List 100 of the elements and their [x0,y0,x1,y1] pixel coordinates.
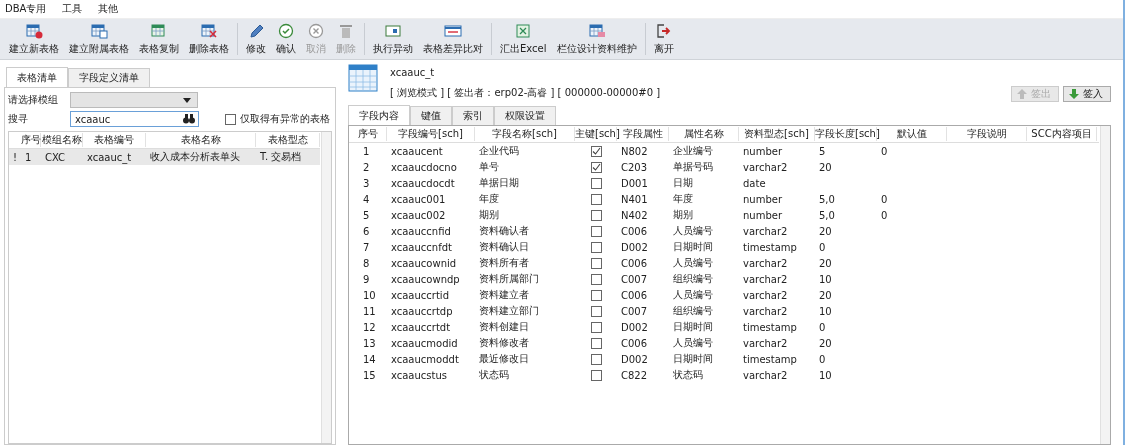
field-label: 搜寻 [8,112,29,126]
checkbox[interactable] [590,193,602,205]
toolbar-button[interactable]: 栏位设计资料维护 [551,20,642,58]
checkbox[interactable] [590,273,602,285]
table-cell-text: number [742,193,784,205]
toolbar-button[interactable]: 离开 [648,20,679,58]
table-cell-text: 单号 [478,160,500,174]
table-cell-text: 14 [362,353,377,365]
table-cell-text: 1 [24,151,33,163]
table-cell-text: D002 [620,241,649,253]
table-cell-text: 年度 [478,192,500,206]
table-cell-text: 日期时间 [672,352,714,366]
column-header[interactable]: 属性名称 [669,127,739,141]
table-cell-text: 资料建立者 [478,288,530,302]
table-cell-text: D002 [620,353,649,365]
table-cell-text: date [742,177,767,189]
toolbar-button[interactable]: 修改 [241,20,271,58]
toolbar-button[interactable]: 建立附属表格 [64,20,134,58]
table-cell-text: 0 [818,241,827,253]
table-cell-text: 13 [362,337,377,349]
checkbox[interactable] [590,337,602,349]
table-cell-text: 20 [818,161,833,173]
table-cell-text: 20 [818,257,833,269]
table-cell-text: C007 [620,273,649,285]
table-add-icon [25,22,43,39]
table-cell-text: xcaauc_t [86,151,133,163]
tab[interactable]: 字段定义清单 [68,68,150,87]
table-cell-text: 7 [362,241,371,253]
excel-icon [514,22,533,39]
action-button[interactable]: 签入 [1063,86,1111,102]
column-header[interactable]: 序号 [21,133,41,147]
column-header[interactable]: 资料型态[sch] [739,127,815,141]
column-header[interactable]: 表格名称 [146,133,256,147]
toolbar-button[interactable]: 表格差异比对 [418,20,488,58]
table-cell-text: 0 [880,209,889,221]
table-cell-text: 11 [362,305,377,317]
table-cell-text: 0 [818,353,827,365]
checkbox[interactable] [590,353,602,365]
tab[interactable]: 表格清单 [6,67,68,87]
table-cell-text: xcaaucownid [390,257,458,269]
table-cell-text: 期别 [672,208,694,222]
table-cell-text: xcaaucmodid [390,337,459,349]
column-header[interactable]: 字段名称[sch] [475,127,575,141]
table-cell-text: 3 [362,177,371,189]
toolbar-button[interactable]: 建立新表格 [4,20,64,58]
table-cell-text: number [742,209,784,221]
table-cell-text: 企业编号 [672,144,714,158]
column-header[interactable]: 表格编号 [83,133,146,147]
menu-item[interactable]: 其他 [98,2,119,16]
checkbox[interactable] [590,369,602,381]
checkbox[interactable] [590,257,602,269]
column-header[interactable]: 表格型态 [256,133,320,147]
checkbox[interactable] [590,177,602,189]
checkbox[interactable] [590,289,602,301]
menu-item[interactable]: 工具 [62,2,83,16]
scrollbar[interactable] [1100,126,1110,444]
column-header[interactable]: 字段说明 [947,127,1027,141]
table-icon [348,64,378,92]
field-label: 请选择模组 [8,93,59,107]
table-cell-text: varchar2 [742,337,789,349]
tab[interactable]: 索引 [452,106,494,125]
checkbox[interactable] [590,161,602,173]
toolbar-button[interactable]: 确认 [271,20,301,58]
checkbox[interactable] [590,241,602,253]
toolbar-button[interactable]: 删除表格 [184,20,234,58]
column-header[interactable]: 主键[sch] [575,127,617,141]
toolbar-button[interactable]: 执行异动 [368,20,418,58]
trash-icon [337,22,355,39]
table-cell-text: 15 [362,369,377,381]
checkbox[interactable] [590,305,602,317]
checkbox[interactable] [590,209,602,221]
column-header[interactable]: 序号 [349,127,387,141]
table-row[interactable]: ! 1 CXC xcaauc_t 收入成本分析表单头 T. 交易档 [9,149,320,165]
compare-icon [444,22,462,39]
table-cell-text: 0 [880,193,889,205]
menu-item[interactable]: DBA专用 [5,2,47,16]
table-cell-text: C822 [620,369,649,381]
checkbox[interactable] [590,225,602,237]
column-header[interactable]: 字段编号[sch] [387,127,475,141]
table-cell-text: 资料建立部门 [478,304,540,318]
toolbar-button[interactable]: 汇出Excel [495,20,552,58]
scrollbar[interactable] [321,132,331,443]
table-cell-text: C006 [620,337,649,349]
search-field[interactable]: xcaauc [70,111,199,127]
column-header[interactable]: 模组名称 [41,133,83,147]
checkbox-label: 仅取得有异常的表格 [240,112,330,126]
checkbox[interactable] [225,113,236,125]
tab[interactable]: 字段内容 [348,105,410,125]
table-link-icon [90,22,108,39]
column-header[interactable]: 字段长度[sch] [815,127,877,141]
status-text: [ 浏览模式 ] [ 签出者：erp02-高睿 ] [ 000000-00000#0 ] [390,86,661,100]
checkbox[interactable] [590,321,602,333]
column-header[interactable]: SCC内容项目 [1027,127,1097,141]
toolbar-button[interactable]: 表格复制 [134,20,184,58]
tab[interactable]: 权限设置 [494,106,556,125]
table-cell-text: number [742,145,784,157]
checkbox[interactable] [590,145,602,157]
table-cell-text: C203 [620,161,649,173]
check-icon [277,22,295,39]
tab[interactable]: 键值 [410,106,452,125]
